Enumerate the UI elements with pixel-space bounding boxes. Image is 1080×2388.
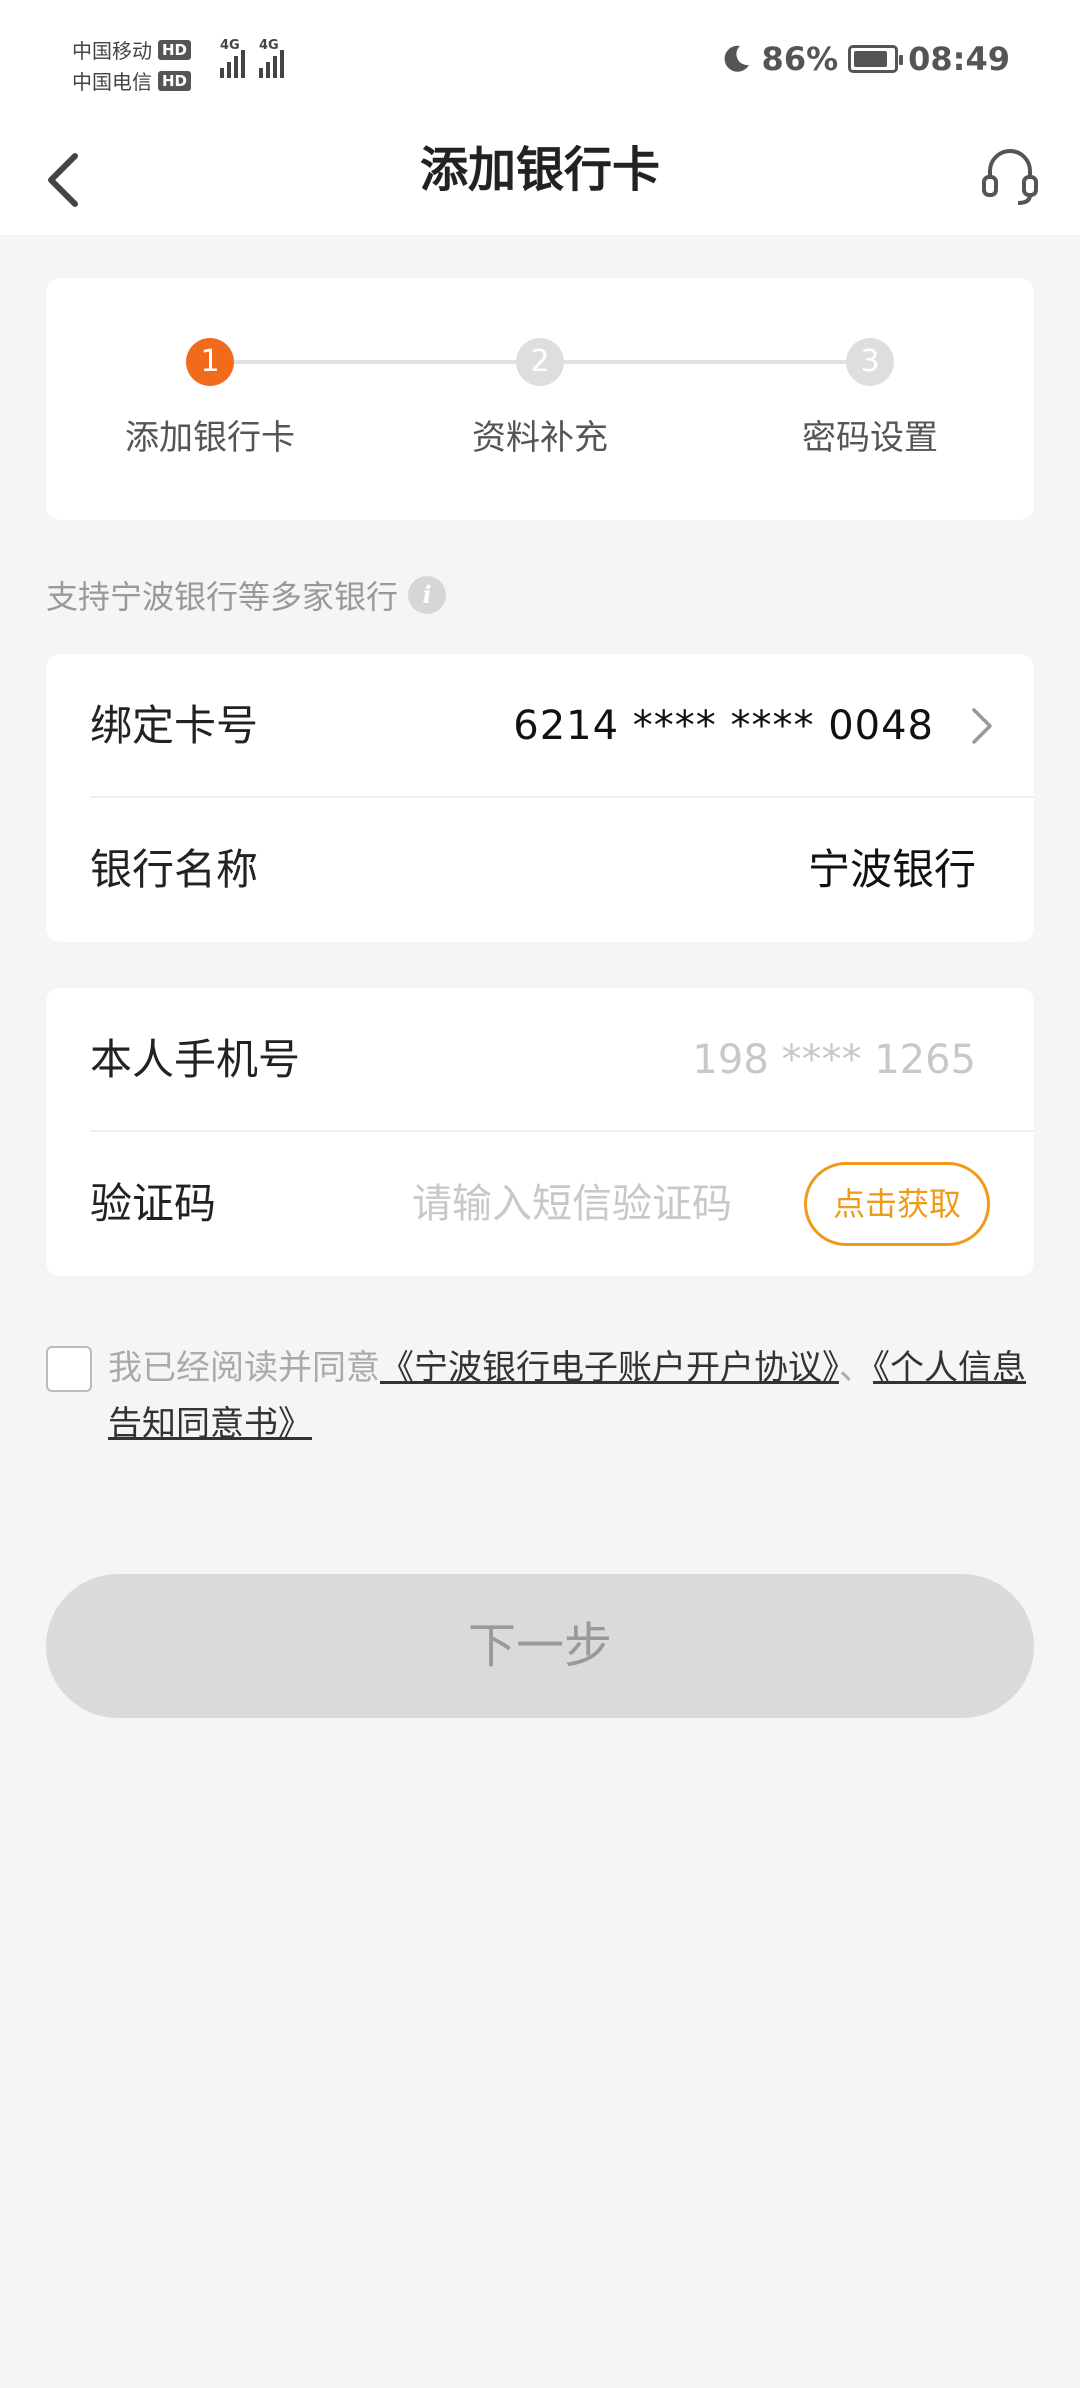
info-icon[interactable]: i	[408, 576, 447, 614]
phone-label: 本人手机号	[90, 1035, 301, 1084]
step-label: 密码设置	[802, 418, 938, 458]
supported-banks-text: 支持宁波银行等多家银行	[46, 578, 399, 616]
agreement-prefix: 我已经阅读并同意	[108, 1348, 380, 1388]
step-label: 资料补充	[472, 418, 608, 458]
carrier-1: 中国移动 HD	[72, 34, 192, 65]
supported-banks-row: 支持宁波银行等多家银行 i	[46, 572, 447, 618]
phone-value: 198 **** 1265	[692, 1037, 976, 1083]
bank-card-info: 绑定卡号 6214 **** **** 0048 银行名称 宁波银行	[46, 654, 1034, 942]
agreement-separator: 、	[839, 1348, 873, 1388]
moon-icon	[724, 45, 749, 72]
card-number-row[interactable]: 绑定卡号 6214 **** **** 0048	[46, 654, 1034, 798]
hd-badge: HD	[158, 39, 192, 60]
bank-name-label: 银行名称	[90, 845, 259, 894]
step-supplement-info: 2 资料补充	[390, 338, 690, 459]
chevron-right-icon	[972, 708, 992, 744]
step-add-card: 1 添加银行卡	[60, 338, 360, 459]
progress-stepper: 1 添加银行卡 2 资料补充 3 密码设置	[46, 278, 1034, 520]
navigation-bar: 添加银行卡	[0, 130, 1080, 235]
phone-row: 本人手机号 198 **** 1265	[46, 988, 1034, 1132]
battery-icon	[848, 45, 904, 73]
account-agreement-link[interactable]: 《宁波银行电子账户开户协议》	[380, 1348, 839, 1388]
carrier-1-name: 中国移动	[72, 39, 152, 63]
phone-verification-card: 本人手机号 198 **** 1265 验证码 点击获取	[46, 988, 1034, 1276]
step-label: 添加银行卡	[125, 418, 295, 458]
signal-strength-1: 4G	[220, 38, 245, 78]
network-type: 4G	[259, 38, 279, 53]
agreement-checkbox[interactable]	[46, 1346, 92, 1392]
get-code-button[interactable]: 点击获取	[804, 1162, 990, 1246]
bank-name-value: 宁波银行	[807, 845, 976, 894]
carrier-2: 中国电信 HD	[72, 65, 192, 96]
step-number: 1	[186, 338, 234, 386]
step-password-setup: 3 密码设置	[720, 338, 1020, 459]
card-number-value: 6214 **** **** 0048	[513, 703, 934, 749]
add-bank-card-page: 中国移动 HD 中国电信 HD 4G 4G 86% 08:49 添加银行卡 1 …	[0, 0, 1080, 2388]
signal-strength-2: 4G	[259, 38, 284, 78]
card-number-label: 绑定卡号	[90, 701, 259, 750]
next-step-button[interactable]: 下一步	[46, 1574, 1034, 1718]
sms-code-row: 验证码 点击获取	[46, 1132, 1034, 1276]
page-title: 添加银行卡	[419, 142, 660, 198]
network-type: 4G	[220, 38, 240, 53]
agreement-text: 我已经阅读并同意《宁波银行电子账户开户协议》、《个人信息告知同意书》	[108, 1340, 1036, 1452]
sms-code-input[interactable]	[412, 1174, 812, 1234]
customer-service-button[interactable]	[970, 135, 1050, 215]
status-right: 86% 08:49	[720, 40, 1010, 78]
battery-level	[854, 51, 887, 67]
agreement-row: 我已经阅读并同意《宁波银行电子账户开户协议》、《个人信息告知同意书》	[46, 1346, 1036, 1452]
step-number: 3	[846, 338, 894, 386]
hd-badge: HD	[158, 70, 192, 91]
carrier-2-name: 中国电信	[72, 70, 152, 94]
carrier-info: 中国移动 HD 中国电信 HD	[72, 34, 192, 96]
clock: 08:49	[908, 40, 1010, 78]
step-number: 2	[516, 338, 564, 386]
headset-icon	[982, 149, 1038, 205]
status-bar: 中国移动 HD 中国电信 HD 4G 4G 86% 08:49	[0, 0, 1080, 130]
sms-code-label: 验证码	[90, 1179, 217, 1228]
battery-percent: 86%	[761, 40, 839, 78]
signal-icon: 4G 4G	[220, 38, 284, 78]
bank-name-row: 银行名称 宁波银行	[46, 798, 1034, 942]
